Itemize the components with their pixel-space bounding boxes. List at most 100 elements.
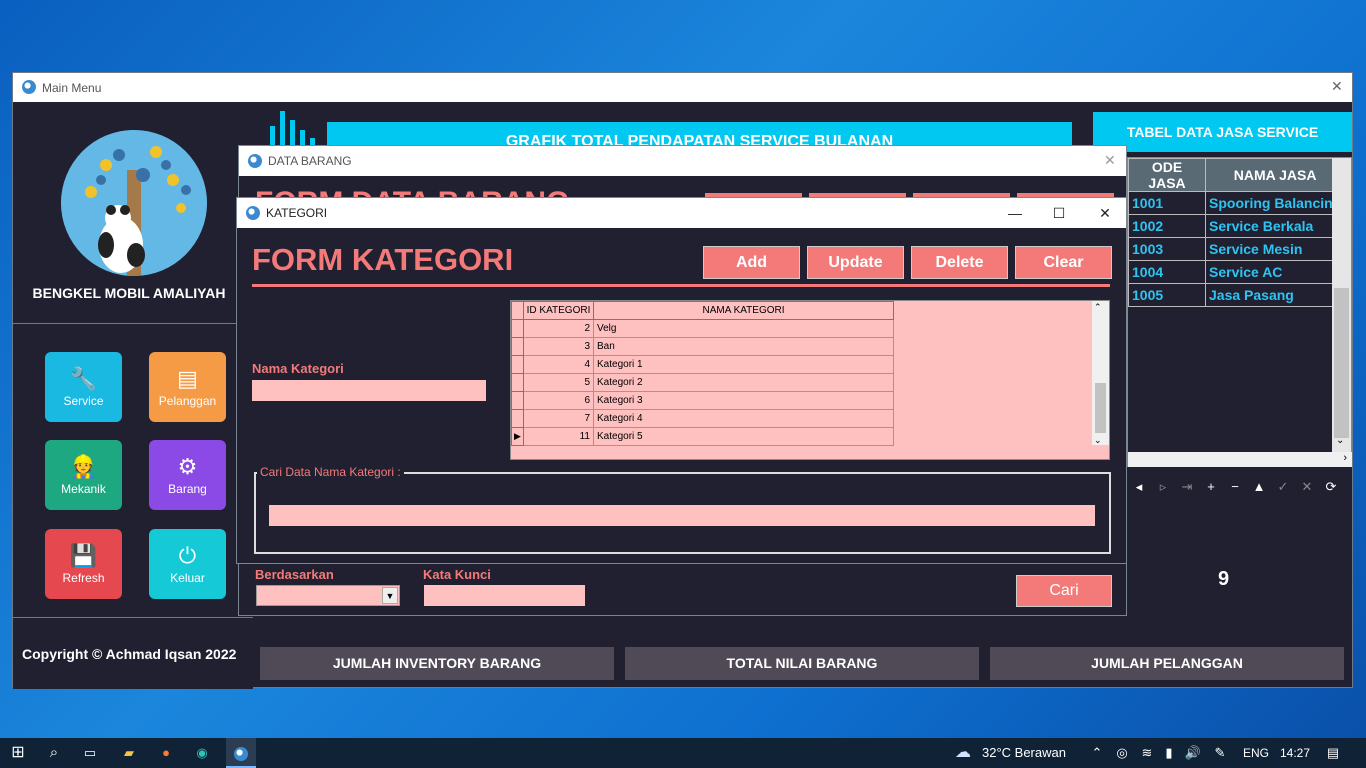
current-row-indicator-icon[interactable]: ▶ — [511, 427, 524, 446]
row-header[interactable] — [511, 373, 524, 392]
row-header[interactable] — [511, 319, 524, 338]
nama-cell[interactable]: Kategori 5 — [593, 427, 894, 446]
menu-pelanggan-button[interactable]: ▤ Pelanggan — [149, 352, 226, 422]
jasa-kode-cell[interactable]: 1002 — [1128, 214, 1206, 238]
nav-prev-icon[interactable]: ◂ — [1127, 474, 1151, 500]
jasa-horizontal-scrollbar[interactable]: › — [1128, 452, 1352, 467]
row-header[interactable] — [511, 409, 524, 428]
jasa-vertical-scrollbar[interactable]: ⌄ — [1332, 158, 1351, 452]
nav-last-icon[interactable]: ⇥ — [1175, 474, 1199, 500]
task-view-icon[interactable]: ▭ — [78, 738, 102, 768]
jasa-col-kode[interactable]: ODE JASA — [1128, 158, 1206, 192]
jasa-col-nama[interactable]: NAMA JASA — [1204, 158, 1346, 192]
jasa-kode-cell[interactable]: 1001 — [1128, 191, 1206, 215]
row-header[interactable] — [511, 355, 524, 374]
row-header[interactable] — [511, 337, 524, 356]
windows-start-icon[interactable]: ⊞ — [6, 738, 30, 768]
nama-kategori-input[interactable] — [252, 380, 486, 401]
col-id-kategori[interactable]: ID KATEGORI — [523, 301, 594, 320]
data-barang-titlebar[interactable]: DATA BARANG ✕ — [239, 146, 1126, 176]
grid-vertical-scrollbar[interactable]: ⌃ ⌄ — [1092, 301, 1109, 445]
table-row[interactable]: 7 Kategori 4 — [511, 409, 894, 428]
id-cell[interactable]: 4 — [523, 355, 594, 374]
table-row[interactable]: 1003 Service Mesin — [1128, 237, 1346, 261]
chevron-down-icon[interactable]: ▼ — [382, 587, 398, 604]
add-button[interactable]: Add — [703, 246, 800, 279]
berdasarkan-select[interactable]: ▼ — [256, 585, 400, 606]
nav-cancel-icon[interactable]: ✕ — [1295, 474, 1319, 500]
table-row[interactable]: 1005 Jasa Pasang — [1128, 283, 1346, 307]
kategori-titlebar[interactable]: KATEGORI — ☐ ✕ — [237, 198, 1126, 228]
table-row[interactable]: 1001 Spooring Balancing — [1128, 191, 1346, 215]
nama-cell[interactable]: Velg — [593, 319, 894, 338]
cari-kategori-input[interactable] — [269, 505, 1095, 526]
weather-text[interactable]: 32°C Berawan — [982, 738, 1066, 768]
menu-refresh-button[interactable]: 💾 Refresh — [45, 529, 122, 599]
update-button[interactable]: Update — [807, 246, 904, 279]
jasa-nama-cell[interactable]: Spooring Balancing — [1204, 191, 1346, 215]
maximize-icon[interactable]: ☐ — [1037, 198, 1081, 228]
wifi-icon[interactable]: ≋ — [1138, 738, 1156, 768]
notification-icon[interactable]: ▤ — [1322, 738, 1344, 768]
menu-barang-button[interactable]: ⚙ Barang — [149, 440, 226, 510]
search-icon[interactable]: ⌕ — [42, 738, 66, 768]
close-icon[interactable]: ✕ — [1331, 78, 1343, 95]
nav-edit-icon[interactable]: ✓ — [1271, 474, 1295, 500]
nama-cell[interactable]: Kategori 2 — [593, 373, 894, 392]
table-row[interactable]: ▶ 11 Kategori 5 — [511, 427, 894, 446]
id-cell[interactable]: 6 — [523, 391, 594, 410]
nav-up-icon[interactable]: ▲ — [1247, 474, 1271, 500]
clock[interactable]: 14:27 — [1280, 738, 1310, 768]
battery-icon[interactable]: ▮ — [1160, 738, 1178, 768]
nav-refresh-icon[interactable]: ⟳ — [1319, 474, 1343, 500]
kata-kunci-input[interactable] — [424, 585, 585, 606]
id-cell[interactable]: 2 — [523, 319, 594, 338]
language-indicator[interactable]: ENG — [1243, 738, 1269, 768]
id-cell[interactable]: 5 — [523, 373, 594, 392]
jasa-nama-cell[interactable]: Service Berkala — [1204, 214, 1346, 238]
row-header[interactable] — [511, 391, 524, 410]
close-icon[interactable]: ✕ — [1083, 198, 1127, 228]
jasa-table[interactable]: ODE JASA NAMA JASA 1001 Spooring Balancin… — [1127, 157, 1352, 467]
id-cell[interactable]: 3 — [523, 337, 594, 356]
pen-icon[interactable]: ✎ — [1211, 738, 1229, 768]
table-row[interactable]: 6 Kategori 3 — [511, 391, 894, 410]
menu-mekanik-button[interactable]: 👷 Mekanik — [45, 440, 122, 510]
id-cell[interactable]: 7 — [523, 409, 594, 428]
nav-add-icon[interactable]: + — [1199, 474, 1223, 500]
jasa-kode-cell[interactable]: 1005 — [1128, 283, 1206, 307]
jasa-kode-cell[interactable]: 1004 — [1128, 260, 1206, 284]
main-menu-titlebar[interactable]: Main Menu ✕ — [13, 73, 1352, 102]
jasa-nama-cell[interactable]: Service Mesin — [1204, 237, 1346, 261]
menu-service-button[interactable]: 🔧 Service — [45, 352, 122, 422]
kategori-grid[interactable]: ID KATEGORI NAMA KATEGORI 2 Velg 3 Ban 4 Ka… — [510, 300, 1110, 460]
menu-keluar-button[interactable]: ⏻ Keluar — [149, 529, 226, 599]
chevron-up-icon[interactable]: ⌃ — [1089, 738, 1105, 768]
nama-cell[interactable]: Kategori 4 — [593, 409, 894, 428]
table-row[interactable]: 1002 Service Berkala — [1128, 214, 1346, 238]
nama-cell[interactable]: Kategori 1 — [593, 355, 894, 374]
file-explorer-icon[interactable]: ▰ — [117, 738, 141, 768]
nama-cell[interactable]: Kategori 3 — [593, 391, 894, 410]
table-row[interactable]: 1004 Service AC — [1128, 260, 1346, 284]
minimize-icon[interactable]: — — [993, 198, 1037, 228]
col-nama-kategori[interactable]: NAMA KATEGORI — [593, 301, 894, 320]
table-row[interactable]: 4 Kategori 1 — [511, 355, 894, 374]
jasa-nama-cell[interactable]: Service AC — [1204, 260, 1346, 284]
id-cell[interactable]: 11 — [523, 427, 594, 446]
table-row[interactable]: 3 Ban — [511, 337, 894, 356]
close-icon[interactable]: ✕ — [1104, 152, 1116, 169]
jasa-kode-cell[interactable]: 1003 — [1128, 237, 1206, 261]
volume-icon[interactable]: 🔊 — [1184, 738, 1202, 768]
table-row[interactable]: 2 Velg — [511, 319, 894, 338]
edge-icon[interactable]: ◉ — [190, 738, 214, 768]
cari-button[interactable]: Cari — [1016, 575, 1112, 607]
table-row[interactable]: 5 Kategori 2 — [511, 373, 894, 392]
app-taskbar-icon[interactable] — [226, 738, 256, 768]
jasa-nama-cell[interactable]: Jasa Pasang — [1204, 283, 1346, 307]
meet-icon[interactable]: ◎ — [1113, 738, 1131, 768]
clear-button[interactable]: Clear — [1015, 246, 1112, 279]
nama-cell[interactable]: Ban — [593, 337, 894, 356]
nav-next-icon[interactable]: ▹ — [1151, 474, 1175, 500]
nav-remove-icon[interactable]: − — [1223, 474, 1247, 500]
